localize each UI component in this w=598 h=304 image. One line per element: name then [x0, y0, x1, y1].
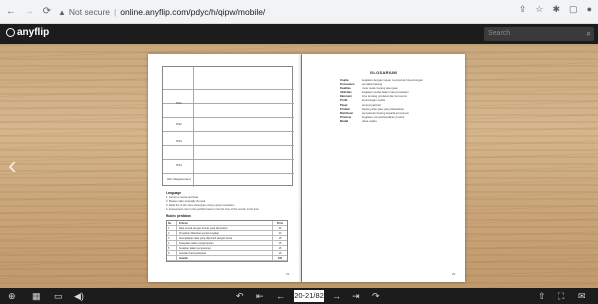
row-label: PS3 [176, 139, 182, 143]
sound-icon[interactable]: ◀) [74, 290, 84, 302]
table-cell: 1 [167, 226, 177, 230]
table-cell: Kelengkapan data yang diperoleh dengan b… [177, 236, 273, 240]
book-viewer: ‹ PS1 PS2 PS3 PS4 Rel. Requirement Langu… [0, 44, 598, 288]
evaluation-form-table: PS1 PS2 PS3 PS4 Rel. Requirement [162, 66, 294, 187]
list-item: 4. Assessment note to the portfolio basi… [166, 208, 259, 211]
table-row [163, 159, 294, 160]
glossary-definition: dana usaha [362, 118, 377, 123]
extensions-icon[interactable]: ✱ [553, 4, 561, 15]
table-cell: 3 [167, 236, 177, 240]
glossary-title: GLOSARIUM [369, 70, 398, 75]
row-label: PS4 [176, 163, 182, 167]
header-cell: No [167, 221, 177, 225]
last-page-icon[interactable]: ⇥ [352, 290, 360, 302]
glossary-term: Modal [340, 118, 349, 123]
bookmark-icon[interactable]: ▭ [54, 290, 63, 302]
browser-actions: ⇪ ☆ ✱ ▢ ● [519, 4, 592, 15]
table-cell: 5 [167, 246, 177, 250]
flipbook-toolbar: ⊕ ▦ ▭ ◀) ↶ ⇤ ← 20-21/82 → ⇥ ↷ ⇧ ⛶ ✉ [0, 288, 598, 304]
table-row [163, 145, 294, 146]
table-cell: 15 [278, 242, 282, 245]
browser-toolbar: ← → ⟳ ▲ Not secure | online.anyflip.com/… [0, 0, 598, 24]
search-placeholder: Search [488, 30, 511, 37]
table-cell: Kerapian dalam penyusunan [177, 246, 273, 250]
table-row [163, 173, 294, 174]
previous-page-arrow-icon[interactable]: ‹ [8, 152, 17, 178]
rubric-heading: Rubric penilaian [166, 214, 191, 218]
logo-icon [6, 28, 15, 37]
share-icon[interactable]: ⇪ [519, 4, 527, 15]
table-row [163, 117, 294, 118]
row-label: PS2 [176, 122, 182, 126]
table-cell: Ketepatan waktu pengumpulan [177, 241, 273, 245]
sidebar-icon[interactable]: ▢ [569, 4, 578, 15]
section-heading: Language [166, 191, 182, 195]
table-row: Jumlah 100 [167, 256, 287, 261]
search-icon[interactable]: ⌕ [587, 27, 591, 41]
rubric-table: No Kriteria Point 1 Data sesuai dengan f… [166, 220, 288, 262]
row-label: Rel. Requirement [167, 177, 191, 181]
table-cell: 20 [278, 232, 282, 235]
undo-icon[interactable]: ↶ [236, 290, 244, 302]
table-cell: 15 [278, 252, 282, 255]
page-number-input[interactable]: 20-21/82 [294, 290, 324, 302]
header-cell: Kriteria [177, 221, 273, 225]
table-cell: 20 [278, 227, 282, 230]
address-bar[interactable]: ▲ Not secure | online.anyflip.com/pdyc/h… [58, 4, 478, 20]
table-row [163, 131, 294, 132]
url-text: online.anyflip.com/pdyc/h/qipw/mobile/ [120, 7, 266, 17]
row-label: PS1 [176, 101, 182, 105]
page-number: 22 [452, 272, 456, 276]
security-label: Not secure [68, 7, 111, 17]
table-cell [167, 256, 177, 260]
separator: | [114, 7, 117, 17]
table-cell: Data sesuai dengan format yang ditentuka… [177, 226, 273, 230]
header-cell: Point [276, 222, 284, 225]
first-page-icon[interactable]: ⇤ [256, 290, 264, 302]
table-cell: 15 [278, 247, 282, 250]
reload-icon[interactable]: ⟳ [40, 5, 54, 19]
table-cell: Pengisian dilakukan secara lengkap [177, 231, 273, 235]
table-divider [193, 67, 194, 187]
glossary-entry: Modal dana usaha [340, 119, 460, 123]
forward-icon[interactable]: → [22, 5, 36, 19]
logo-text: anyflip [17, 27, 50, 38]
bookmark-star-icon[interactable]: ☆ [535, 4, 543, 15]
email-icon[interactable]: ✉ [578, 290, 586, 302]
table-cell: 2 [167, 231, 177, 235]
flipbook-header: anyflip Search ⌕ [0, 24, 598, 44]
zoom-icon[interactable]: ⊕ [8, 290, 16, 302]
thumbnails-icon[interactable]: ▦ [32, 290, 41, 302]
warning-icon: ▲ [58, 7, 66, 17]
profile-icon[interactable]: ● [587, 4, 592, 15]
left-page[interactable]: PS1 PS2 PS3 PS4 Rel. Requirement Languag… [148, 54, 301, 282]
table-cell: 4 [167, 241, 177, 245]
right-page[interactable]: GLOSARIUM Usaha kegiatan dengan tujuan me… [302, 54, 465, 282]
table-cell: 6 [167, 251, 177, 255]
anyflip-logo[interactable]: anyflip [6, 27, 49, 38]
table-row [163, 89, 294, 90]
table-cell: 100 [277, 257, 283, 260]
next-page-icon[interactable]: → [332, 290, 341, 302]
previous-page-icon[interactable]: ← [276, 290, 285, 302]
redo-icon[interactable]: ↷ [372, 290, 380, 302]
share-icon[interactable]: ⇧ [538, 290, 546, 302]
table-cell: 15 [278, 237, 282, 240]
back-icon[interactable]: ← [4, 5, 18, 19]
fullscreen-icon[interactable]: ⛶ [558, 290, 564, 302]
page-number: 21 [286, 272, 290, 276]
table-cell: Jumlah [177, 256, 273, 260]
glossary-list: Usaha kegiatan dengan tujuan memperoleh k… [340, 78, 460, 123]
search-input[interactable]: Search ⌕ [484, 27, 594, 41]
table-cell: Keaslian hasil pekerjaan [177, 251, 273, 255]
